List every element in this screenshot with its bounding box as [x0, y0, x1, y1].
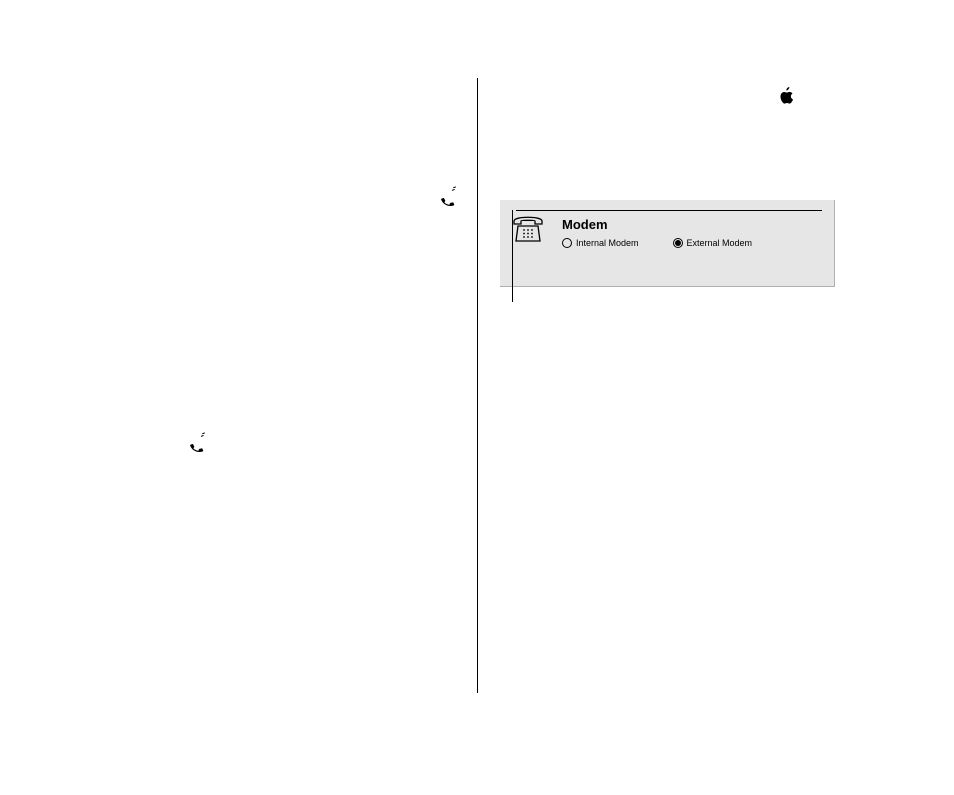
phone-icon: [188, 439, 207, 459]
radio-internal-modem[interactable]: Internal Modem: [562, 238, 639, 248]
modem-panel: Modem Internal Modem External Modem: [500, 200, 835, 287]
radio-label: External Modem: [687, 238, 753, 248]
radio-indicator: [562, 238, 572, 248]
radio-label: Internal Modem: [576, 238, 639, 248]
page-divider: [477, 78, 478, 693]
modem-title: Modem: [562, 217, 818, 232]
radio-indicator-selected: [673, 238, 683, 248]
modem-options: Internal Modem External Modem: [562, 238, 818, 248]
telephone-icon: [512, 213, 544, 248]
apple-icon: [778, 87, 794, 109]
radio-external-modem[interactable]: External Modem: [673, 238, 753, 248]
phone-icon: [439, 193, 458, 213]
modem-group: Modem Internal Modem External Modem: [512, 210, 822, 258]
